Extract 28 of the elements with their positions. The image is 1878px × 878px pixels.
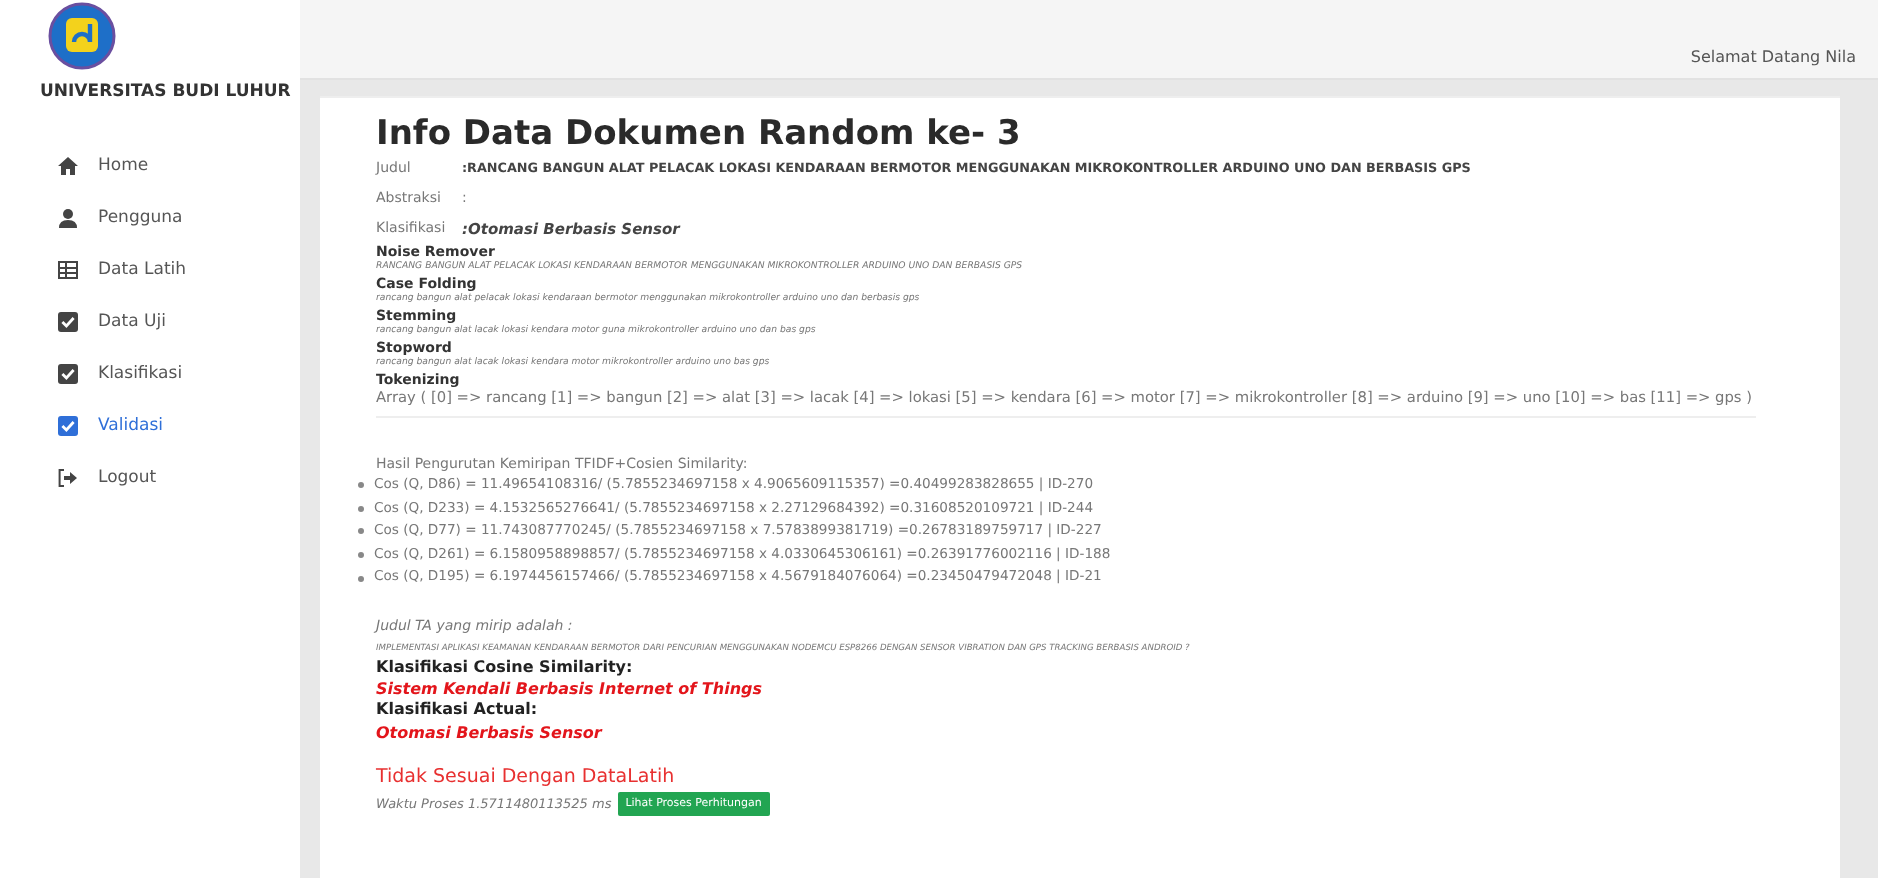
bullet-icon — [358, 482, 364, 489]
table-icon — [58, 260, 78, 280]
logout-icon — [58, 468, 78, 488]
sidebar-item[interactable]: Pengguna — [0, 192, 300, 244]
greeting-text: Selamat Datang Nila — [1690, 48, 1856, 66]
bullet-icon — [358, 575, 364, 582]
bullet-icon — [358, 528, 364, 535]
checkbox-icon — [58, 312, 78, 332]
cosine-label: Klasifikasi Cosine Similarity: — [376, 657, 635, 679]
sidebar-item[interactable]: Logout — [0, 452, 300, 504]
page-title: Info Data Dokumen Random ke- 3 — [376, 114, 1023, 154]
sidebar-item[interactable]: Data Uji — [0, 296, 300, 348]
bullet-icon — [358, 552, 364, 559]
checkbox-icon — [58, 364, 78, 384]
sidebar-item[interactable]: Home — [0, 140, 300, 192]
user-icon — [58, 208, 78, 228]
actual-label: Klasifikasi Actual: — [376, 700, 540, 722]
brand-name: UNIVERSITAS BUDI LUHUR — [40, 82, 291, 102]
bullet-icon — [358, 505, 364, 512]
home-icon — [58, 156, 78, 176]
sidebar-item[interactable]: Klasifikasi — [0, 348, 300, 400]
sidebar-item[interactable]: Data Latih — [0, 244, 300, 296]
actual-class: Otomasi Berbasis Sensor — [376, 721, 605, 744]
logo-icon — [48, 2, 116, 70]
checkbox-icon — [58, 416, 78, 436]
verdict-text: Tidak Sesuai Dengan DataLatih — [376, 763, 677, 792]
cosine-class: Sistem Kendali Berbasis Internet of Things — [376, 678, 764, 701]
sidebar-item[interactable]: Validasi — [0, 400, 300, 452]
